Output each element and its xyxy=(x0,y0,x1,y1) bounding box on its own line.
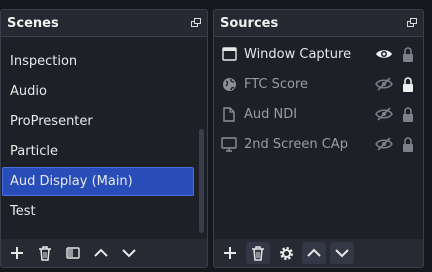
scene-item[interactable]: ProPresenter xyxy=(2,107,194,136)
scene-item-selected[interactable]: Aud Display (Main) xyxy=(2,167,194,196)
eye-icon[interactable] xyxy=(375,45,393,63)
move-source-up-button[interactable] xyxy=(302,242,326,264)
scenes-title: Scenes xyxy=(7,15,59,31)
scenes-panel: Scenes Inspection Audio ProPresenter Par… xyxy=(0,9,208,268)
scenes-toolbar xyxy=(1,239,207,267)
scenes-scrollbar[interactable] xyxy=(199,129,204,233)
undock-icon[interactable] xyxy=(407,18,417,28)
scene-item[interactable]: Particle xyxy=(2,137,194,166)
add-icon xyxy=(11,247,23,259)
document-icon xyxy=(220,105,238,123)
eye-hidden-icon[interactable] xyxy=(375,105,393,123)
add-source-button[interactable] xyxy=(218,242,242,264)
scene-item[interactable]: Test xyxy=(2,197,194,226)
chevron-down-icon xyxy=(335,249,349,258)
gear-icon xyxy=(279,246,293,260)
unlock-icon[interactable] xyxy=(401,105,415,123)
globe-icon xyxy=(220,75,238,93)
sources-toolbar xyxy=(214,239,423,267)
undock-icon[interactable] xyxy=(191,18,201,28)
scenes-titlebar: Scenes xyxy=(1,10,207,37)
move-scene-down-button[interactable] xyxy=(117,242,141,264)
add-scene-button[interactable] xyxy=(5,242,29,264)
source-item[interactable]: FTC Score xyxy=(220,69,415,99)
lock-icon[interactable] xyxy=(401,75,415,93)
move-source-down-button[interactable] xyxy=(330,242,354,264)
eye-hidden-icon[interactable] xyxy=(375,75,393,93)
source-item[interactable]: 2nd Screen CAp xyxy=(220,129,415,159)
scene-item[interactable]: Inspection xyxy=(2,47,194,76)
trash-icon xyxy=(39,245,51,261)
sources-panel: Sources Window Capture FTC Score Aud NDI… xyxy=(213,9,424,268)
unlock-icon[interactable] xyxy=(401,135,415,153)
trash-icon xyxy=(252,245,264,261)
scene-filters-button[interactable] xyxy=(61,242,85,264)
window-icon xyxy=(220,45,238,63)
source-item[interactable]: Aud NDI xyxy=(220,99,415,129)
move-scene-up-button[interactable] xyxy=(89,242,113,264)
source-properties-button[interactable] xyxy=(274,242,298,264)
filter-icon xyxy=(66,247,80,259)
scenes-list: Inspection Audio ProPresenter Particle A… xyxy=(1,37,207,239)
sources-title: Sources xyxy=(220,15,279,31)
remove-scene-button[interactable] xyxy=(33,242,57,264)
sources-titlebar: Sources xyxy=(214,10,423,37)
source-label: Aud NDI xyxy=(244,106,298,122)
chevron-up-icon xyxy=(307,248,321,257)
sources-list: Window Capture FTC Score Aud NDI 2nd Scr… xyxy=(214,37,423,239)
source-label: 2nd Screen CAp xyxy=(244,136,348,152)
remove-source-button[interactable] xyxy=(246,242,270,264)
chevron-up-icon xyxy=(94,248,108,257)
source-item[interactable]: Window Capture xyxy=(220,39,415,69)
chevron-down-icon xyxy=(122,249,136,258)
add-icon xyxy=(224,247,236,259)
source-label: Window Capture xyxy=(244,46,352,62)
eye-hidden-icon[interactable] xyxy=(375,135,393,153)
monitor-icon xyxy=(220,135,238,153)
scene-item[interactable]: Audio xyxy=(2,77,194,106)
unlock-icon[interactable] xyxy=(401,45,415,63)
source-label: FTC Score xyxy=(244,76,309,92)
